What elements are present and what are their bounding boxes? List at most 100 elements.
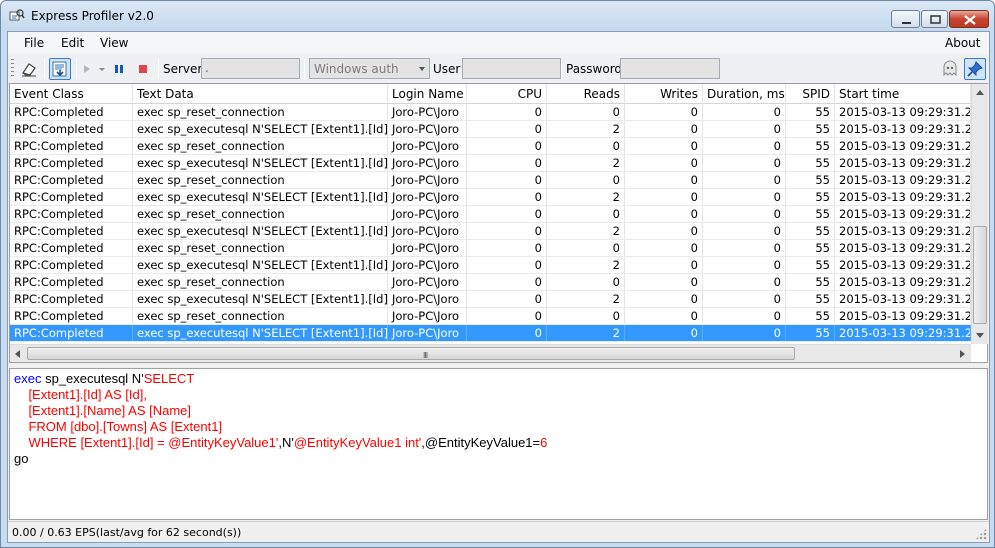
scroll-right-icon[interactable] <box>960 350 965 358</box>
events-grid[interactable]: Event Class Text Data Login Name CPU Rea… <box>9 83 988 363</box>
cell-cpu: 0 <box>467 155 547 171</box>
cell-event-class: RPC:Completed <box>10 325 133 341</box>
column-header-reads[interactable]: Reads <box>547 84 625 104</box>
column-header-duration[interactable]: Duration, ms <box>703 84 786 104</box>
column-header-login-name[interactable]: Login Name <box>388 84 467 104</box>
column-header-text-data[interactable]: Text Data <box>133 84 388 104</box>
table-row[interactable]: RPC:Completed exec sp_executesql N'SELECT… <box>10 189 971 206</box>
app-icon <box>9 9 25 23</box>
table-row-selected[interactable]: RPC:Completed exec sp_executesql N'SELECT… <box>10 325 971 342</box>
table-row[interactable]: RPC:Completed exec sp_reset_connection Jor… <box>10 274 971 291</box>
menu-file[interactable]: File <box>24 36 44 50</box>
column-header-cpu[interactable]: CPU <box>467 84 547 104</box>
pause-button[interactable] <box>109 58 129 80</box>
horizontal-scrollbar[interactable]: III <box>10 344 971 362</box>
cell-duration: 0 <box>703 189 786 205</box>
vertical-scrollbar[interactable] <box>971 84 988 344</box>
table-row[interactable]: RPC:Completed exec sp_reset_connection Jor… <box>10 172 971 189</box>
cell-writes: 0 <box>625 189 703 205</box>
sql-line-2: [Extent1].[Id] AS [Id], <box>14 387 147 402</box>
sql-line-1: exec sp_executesql N'SELECT <box>14 371 983 387</box>
column-header-writes[interactable]: Writes <box>625 84 703 104</box>
cell-event-class: RPC:Completed <box>10 121 133 137</box>
cell-start-time: 2015-03-13 09:29:31.2300 <box>835 206 971 222</box>
auth-select[interactable]: Windows auth <box>309 58 430 79</box>
toolbar-separator <box>158 59 159 79</box>
ghost-button[interactable] <box>940 58 960 80</box>
horizontal-scroll-thumb[interactable]: III <box>27 347 795 360</box>
close-button[interactable] <box>949 10 989 28</box>
resize-grip-icon[interactable] <box>975 528 987 540</box>
cell-text-data: exec sp_executesql N'SELECT [Extent1].[I… <box>133 189 388 205</box>
cell-reads: 0 <box>547 274 625 290</box>
autoscroll-button[interactable] <box>49 58 71 80</box>
cell-event-class: RPC:Completed <box>10 274 133 290</box>
cell-reads: 0 <box>547 138 625 154</box>
cell-text-data: exec sp_executesql N'SELECT [Extent1].[I… <box>133 223 388 239</box>
cell-text-data: exec sp_executesql N'SELECT [Extent1].[I… <box>133 257 388 273</box>
scroll-down-icon[interactable] <box>976 333 984 338</box>
cell-login-name: Joro-PC\Joro <box>388 206 467 222</box>
table-row[interactable]: RPC:Completed exec sp_executesql N'SELECT… <box>10 257 971 274</box>
start-button[interactable] <box>80 58 96 80</box>
column-header-event-class[interactable]: Event Class <box>10 84 133 104</box>
cell-text-data: exec sp_executesql N'SELECT [Extent1].[I… <box>133 325 388 341</box>
sql-text: ,@EntityKeyValue1= <box>421 435 541 450</box>
cell-cpu: 0 <box>467 274 547 290</box>
table-row[interactable]: RPC:Completed exec sp_reset_connection Jor… <box>10 138 971 155</box>
grid-header: Event Class Text Data Login Name CPU Rea… <box>10 84 971 104</box>
menu-view[interactable]: View <box>100 36 128 50</box>
stop-button[interactable] <box>133 58 153 80</box>
pause-icon <box>115 65 123 73</box>
cell-event-class: RPC:Completed <box>10 138 133 154</box>
pin-button[interactable] <box>964 58 986 80</box>
server-input[interactable]: . <box>201 58 300 79</box>
password-input[interactable] <box>620 58 720 79</box>
table-row[interactable]: RPC:Completed exec sp_executesql N'SELECT… <box>10 121 971 138</box>
cell-spid: 55 <box>786 257 835 273</box>
menu-edit[interactable]: Edit <box>61 36 84 50</box>
scroll-left-icon[interactable] <box>15 350 20 358</box>
scroll-up-icon[interactable] <box>976 90 984 95</box>
table-row[interactable]: RPC:Completed exec sp_reset_connection Jor… <box>10 104 971 121</box>
column-header-start-time[interactable]: Start time <box>835 84 971 104</box>
table-row[interactable]: RPC:Completed exec sp_executesql N'SELECT… <box>10 291 971 308</box>
cell-reads: 0 <box>547 240 625 256</box>
user-input[interactable] <box>462 58 561 79</box>
cell-text-data: exec sp_reset_connection <box>133 274 388 290</box>
cell-spid: 55 <box>786 206 835 222</box>
cell-duration: 0 <box>703 223 786 239</box>
table-row[interactable]: RPC:Completed exec sp_executesql N'SELECT… <box>10 223 971 240</box>
cell-cpu: 0 <box>467 257 547 273</box>
table-row[interactable]: RPC:Completed exec sp_reset_connection Jor… <box>10 308 971 325</box>
table-row[interactable]: RPC:Completed exec sp_reset_connection Jor… <box>10 206 971 223</box>
cell-text-data: exec sp_executesql N'SELECT [Extent1].[I… <box>133 121 388 137</box>
cell-start-time: 2015-03-13 09:29:31.2300 <box>835 223 971 239</box>
server-label: Server <box>163 62 203 76</box>
pin-icon <box>967 61 983 77</box>
cell-spid: 55 <box>786 325 835 341</box>
cell-login-name: Joro-PC\Joro <box>388 121 467 137</box>
cell-reads: 0 <box>547 104 625 120</box>
vertical-scroll-thumb[interactable] <box>973 226 987 324</box>
cell-start-time: 2015-03-13 09:29:31.2300 <box>835 291 971 307</box>
column-header-spid[interactable]: SPID <box>786 84 835 104</box>
sql-text-pane[interactable]: exec sp_executesql N'SELECT [Extent1].[I… <box>9 368 988 520</box>
cell-start-time: 2015-03-13 09:29:31.2300 <box>835 325 971 341</box>
cell-writes: 0 <box>625 274 703 290</box>
table-row[interactable]: RPC:Completed exec sp_reset_connection Jor… <box>10 240 971 257</box>
cell-writes: 0 <box>625 308 703 324</box>
toolbar-grip[interactable] <box>11 59 14 79</box>
table-row[interactable]: RPC:Completed exec sp_executesql N'SELECT… <box>10 155 971 172</box>
sql-line-4: FROM [dbo].[Towns] AS [Extent1] <box>14 419 223 434</box>
start-dropdown[interactable] <box>96 58 108 80</box>
clear-button[interactable] <box>18 58 40 80</box>
menu-about[interactable]: About <box>945 36 980 50</box>
cell-text-data: exec sp_reset_connection <box>133 308 388 324</box>
cell-start-time: 2015-03-13 09:29:31.2300 <box>835 308 971 324</box>
minimize-button[interactable] <box>891 10 920 28</box>
maximize-button[interactable] <box>921 10 948 28</box>
title-bar[interactable]: Express Profiler v2.0 <box>1 1 994 31</box>
cell-start-time: 2015-03-13 09:29:31.2300 <box>835 274 971 290</box>
sql-line-5: WHERE [Extent1].[Id] = @EntityKeyValue1'… <box>14 435 983 451</box>
